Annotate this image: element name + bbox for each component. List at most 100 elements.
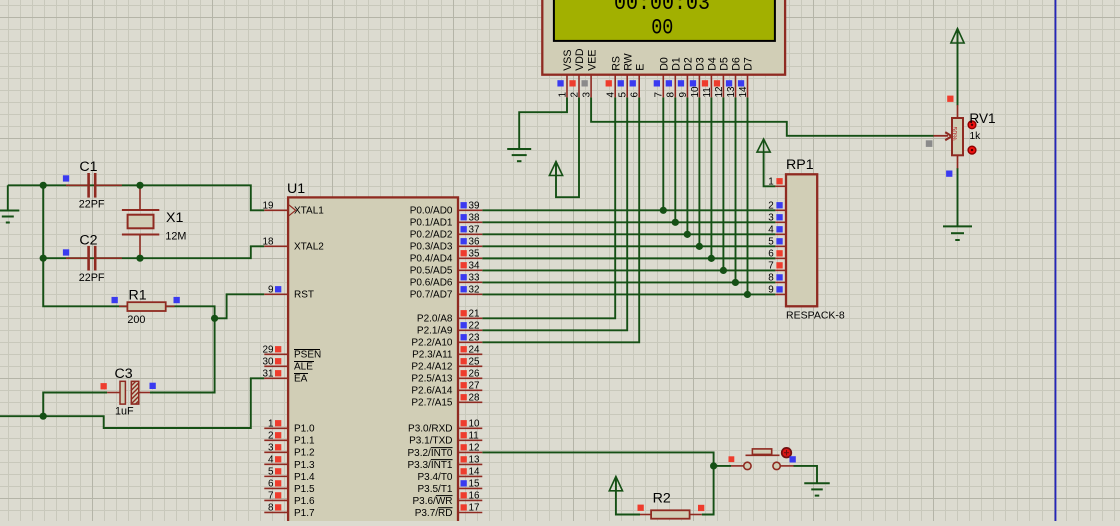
svg-text:3: 3 (768, 213, 774, 224)
svg-text:C1: C1 (79, 159, 97, 175)
svg-text:12: 12 (714, 87, 725, 98)
svg-text:13: 13 (726, 86, 737, 97)
svg-text:RV1: RV1 (969, 111, 995, 126)
svg-text:3: 3 (268, 443, 274, 454)
svg-text:X1: X1 (166, 210, 183, 226)
svg-text:50%: 50% (950, 127, 957, 141)
svg-text:P1.0: P1.0 (294, 424, 315, 435)
svg-text:P0.3/AD3: P0.3/AD3 (410, 242, 453, 253)
svg-text:P0.5/AD5: P0.5/AD5 (410, 266, 453, 277)
svg-text:10: 10 (469, 419, 480, 430)
svg-text:15: 15 (469, 479, 480, 490)
svg-text:D2: D2 (683, 57, 695, 71)
svg-text:26: 26 (469, 369, 480, 380)
svg-text:12M: 12M (165, 231, 186, 243)
svg-text:EA: EA (294, 374, 308, 385)
svg-text:2: 2 (768, 201, 774, 212)
svg-text:38: 38 (469, 213, 480, 224)
svg-text:RS: RS (610, 56, 622, 71)
svg-text:31: 31 (263, 369, 274, 380)
svg-text:4: 4 (768, 225, 774, 236)
svg-text:37: 37 (469, 225, 480, 236)
svg-text:00: 00 (651, 16, 673, 41)
svg-text:7: 7 (268, 491, 274, 502)
svg-text:P0.2/AD2: P0.2/AD2 (410, 230, 453, 241)
svg-text:D4: D4 (707, 57, 719, 71)
svg-text:8: 8 (768, 273, 774, 284)
svg-text:E: E (634, 64, 646, 71)
svg-text:34: 34 (469, 261, 480, 272)
svg-text:25: 25 (469, 357, 480, 368)
svg-text:U1: U1 (287, 181, 305, 197)
svg-text:RST: RST (294, 290, 314, 301)
svg-text:7: 7 (654, 92, 665, 98)
svg-text:P3.0/RXD: P3.0/RXD (408, 424, 452, 435)
svg-text:33: 33 (469, 273, 480, 284)
svg-text:PSEN: PSEN (294, 350, 321, 361)
svg-text:P0.7/AD7: P0.7/AD7 (410, 290, 453, 301)
svg-text:RESPACK-8: RESPACK-8 (786, 310, 845, 322)
svg-text:VSS: VSS (562, 50, 574, 71)
svg-text:7: 7 (768, 261, 774, 272)
svg-text:2: 2 (268, 431, 274, 442)
svg-text:35: 35 (469, 249, 480, 260)
svg-text:ALE: ALE (294, 362, 313, 373)
svg-text:P3.1/TXD: P3.1/TXD (409, 436, 452, 447)
svg-text:P3.7/RD: P3.7/RD (415, 508, 453, 519)
svg-text:29: 29 (263, 345, 274, 356)
svg-text:22PF: 22PF (79, 198, 105, 210)
svg-text:D6: D6 (731, 57, 743, 71)
svg-text:5: 5 (618, 92, 629, 98)
svg-text:22PF: 22PF (79, 272, 105, 284)
svg-text:200: 200 (127, 314, 145, 326)
svg-text:P3.6/WR: P3.6/WR (412, 496, 452, 507)
svg-text:P3.2/INT0: P3.2/INT0 (407, 448, 452, 459)
svg-text:P0.1/AD1: P0.1/AD1 (410, 218, 453, 229)
svg-text:16: 16 (469, 491, 480, 502)
svg-text:D3: D3 (695, 57, 707, 71)
svg-text:P1.6: P1.6 (294, 496, 315, 507)
svg-text:10: 10 (690, 86, 701, 97)
svg-text:12: 12 (469, 443, 480, 454)
svg-text:24: 24 (469, 345, 480, 356)
svg-text:P3.4/T0: P3.4/T0 (417, 472, 452, 483)
svg-text:P1.1: P1.1 (294, 436, 315, 447)
svg-text:1uF: 1uF (115, 406, 134, 418)
svg-text:D1: D1 (671, 57, 683, 71)
svg-text:P2.7/A15: P2.7/A15 (411, 398, 453, 409)
svg-text:P2.6/A14: P2.6/A14 (411, 386, 453, 397)
svg-text:36: 36 (469, 237, 480, 248)
svg-text:14: 14 (469, 467, 480, 478)
svg-text:8: 8 (268, 503, 274, 514)
svg-text:C3: C3 (115, 366, 133, 382)
svg-text:23: 23 (469, 333, 480, 344)
svg-text:R2: R2 (653, 491, 671, 507)
svg-text:00:00:03: 00:00:03 (614, 0, 710, 16)
svg-text:27: 27 (469, 381, 480, 392)
svg-text:P3.3/INT1: P3.3/INT1 (407, 460, 452, 471)
svg-text:R1: R1 (129, 288, 147, 304)
svg-text:6: 6 (268, 479, 274, 490)
svg-text:18: 18 (263, 237, 274, 248)
svg-text:VDD: VDD (574, 48, 586, 71)
svg-text:P0.0/AD0: P0.0/AD0 (410, 206, 453, 217)
svg-text:D0: D0 (659, 57, 671, 71)
svg-text:P2.3/A11: P2.3/A11 (412, 350, 453, 361)
svg-text:XTAL2: XTAL2 (294, 242, 324, 253)
svg-text:9: 9 (678, 92, 689, 98)
svg-text:14: 14 (738, 86, 749, 97)
svg-text:RP1: RP1 (786, 157, 814, 173)
svg-text:6: 6 (768, 249, 774, 260)
svg-text:28: 28 (469, 393, 480, 404)
svg-text:P2.5/A13: P2.5/A13 (411, 374, 453, 385)
svg-text:30: 30 (263, 357, 274, 368)
svg-text:9: 9 (268, 285, 274, 296)
svg-text:32: 32 (469, 285, 480, 296)
svg-text:P2.4/A12: P2.4/A12 (411, 362, 453, 373)
svg-text:P2.0/A8: P2.0/A8 (417, 314, 453, 325)
svg-text:XTAL1: XTAL1 (294, 206, 324, 217)
svg-text:P0.6/AD6: P0.6/AD6 (410, 278, 453, 289)
svg-text:8: 8 (666, 92, 677, 98)
svg-text:4: 4 (606, 92, 617, 98)
svg-text:P2.1/A9: P2.1/A9 (417, 326, 453, 337)
